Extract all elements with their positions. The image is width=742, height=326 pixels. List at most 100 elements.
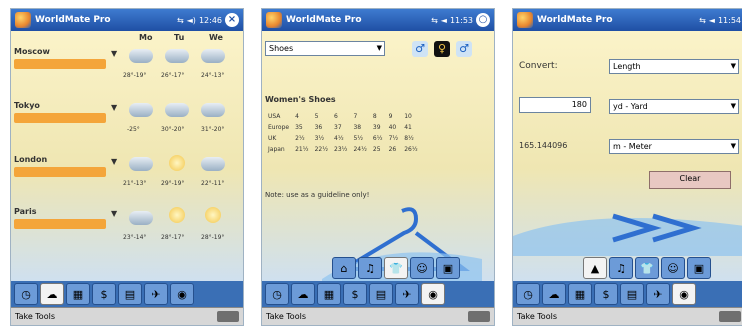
to-unit-select[interactable]: m - Meter ▼ bbox=[609, 139, 739, 154]
size-cell: 2½ bbox=[295, 135, 305, 142]
cloud-icon bbox=[165, 103, 189, 117]
temperature: 22°-11° bbox=[201, 180, 225, 187]
flight-tab-icon[interactable]: ✈ bbox=[395, 283, 419, 305]
person-tab-icon[interactable]: ☺ bbox=[410, 257, 434, 279]
keyboard-icon[interactable] bbox=[217, 311, 239, 322]
size-cell: 8½ bbox=[404, 135, 414, 142]
clothing-tab-icon[interactable]: 👕 bbox=[384, 257, 408, 279]
city-info-bar[interactable] bbox=[14, 113, 106, 123]
start-icon[interactable] bbox=[266, 12, 282, 28]
signal-icon[interactable]: ⇆ bbox=[177, 16, 184, 25]
sun-icon bbox=[169, 207, 185, 223]
city-dropdown-icon[interactable]: ▼ bbox=[111, 49, 117, 58]
size-cell: 36 bbox=[314, 124, 323, 131]
close-icon[interactable]: × bbox=[225, 13, 239, 27]
module-tab-bar: ◷ ☁ ▦ $ ▤ ✈ ◉ bbox=[11, 281, 243, 307]
music-tab-icon[interactable]: ♫ bbox=[358, 257, 382, 279]
music-tab-icon[interactable]: ♫ bbox=[609, 257, 633, 279]
signal-icon[interactable]: ⇆ bbox=[431, 16, 438, 25]
city-info-bar[interactable] bbox=[14, 167, 106, 177]
clock-tab-icon[interactable]: ◷ bbox=[265, 283, 289, 305]
weight-tab-icon[interactable]: ▲ bbox=[583, 257, 607, 279]
map-tab-icon[interactable]: ▦ bbox=[66, 283, 90, 305]
sun-icon bbox=[169, 155, 185, 171]
clock-time[interactable]: 11:54 bbox=[718, 16, 741, 25]
category-select[interactable]: Length ▼ bbox=[609, 59, 739, 74]
ok-icon[interactable]: ○ bbox=[476, 13, 490, 27]
cloud-icon bbox=[165, 49, 189, 63]
converter-content: Convert: Length ▼ 180 yd - Yard ▼ 165.14… bbox=[513, 31, 742, 281]
map-tab-icon[interactable]: ▦ bbox=[317, 283, 341, 305]
city-name[interactable]: London bbox=[14, 155, 47, 164]
calendar-tab-icon[interactable]: ▤ bbox=[620, 283, 644, 305]
bag-tab-icon[interactable]: ▣ bbox=[436, 257, 460, 279]
clock-time[interactable]: 12:46 bbox=[199, 16, 222, 25]
convert-label: Convert: bbox=[519, 61, 558, 71]
volume-icon[interactable]: ◄) bbox=[187, 16, 196, 25]
city-name[interactable]: Paris bbox=[14, 207, 37, 216]
city-name[interactable]: Tokyo bbox=[14, 101, 40, 110]
menu-label[interactable]: Take Tools bbox=[517, 312, 557, 321]
size-cell: 37 bbox=[334, 124, 342, 131]
menu-label[interactable]: Take Tools bbox=[266, 312, 306, 321]
city-info-bar[interactable] bbox=[14, 219, 106, 229]
currency-tab-icon[interactable]: $ bbox=[92, 283, 116, 305]
volume-icon[interactable]: ◄ bbox=[709, 16, 715, 25]
flight-tab-icon[interactable]: ✈ bbox=[144, 283, 168, 305]
category-value: Shoes bbox=[269, 44, 294, 53]
clothing-tab-icon[interactable]: 👕 bbox=[635, 257, 659, 279]
globe-tab-icon[interactable]: ◉ bbox=[421, 283, 445, 305]
keyboard-icon[interactable] bbox=[468, 311, 490, 322]
keyboard-icon[interactable] bbox=[719, 311, 741, 322]
chevron-down-icon: ▼ bbox=[376, 44, 382, 52]
currency-tab-icon[interactable]: $ bbox=[594, 283, 618, 305]
flight-tab-icon[interactable]: ✈ bbox=[646, 283, 670, 305]
weather-tab-icon[interactable]: ☁ bbox=[542, 283, 566, 305]
row-label: Europe bbox=[268, 124, 290, 131]
currency-tab-icon[interactable]: $ bbox=[343, 283, 367, 305]
title-bar: WorldMate Pro ⇆ ◄ 11:54 bbox=[513, 9, 742, 31]
size-cell: 6 bbox=[334, 113, 338, 120]
bag-tab-icon[interactable]: ▣ bbox=[687, 257, 711, 279]
size-cell: 21½ bbox=[295, 146, 309, 153]
temperature: -25° bbox=[127, 126, 140, 133]
weather-tab-icon[interactable]: ☁ bbox=[291, 283, 315, 305]
size-cell: 26½ bbox=[404, 146, 418, 153]
start-icon[interactable] bbox=[517, 12, 533, 28]
start-icon[interactable] bbox=[15, 12, 31, 28]
cloud-icon bbox=[201, 103, 225, 117]
female-icon[interactable]: ♀ bbox=[434, 41, 450, 57]
globe-tab-icon[interactable]: ◉ bbox=[672, 283, 696, 305]
clock-time[interactable]: 11:53 bbox=[450, 16, 473, 25]
category-select[interactable]: Shoes ▼ bbox=[265, 41, 385, 56]
day-header: Tu bbox=[174, 33, 185, 42]
calendar-tab-icon[interactable]: ▤ bbox=[369, 283, 393, 305]
male-icon[interactable]: ♂ bbox=[412, 41, 428, 57]
category-value: Length bbox=[613, 62, 641, 71]
globe-tab-icon[interactable]: ◉ bbox=[170, 283, 194, 305]
map-tab-icon[interactable]: ▦ bbox=[568, 283, 592, 305]
size-cell: 39 bbox=[372, 124, 381, 131]
person-tab-icon[interactable]: ☺ bbox=[661, 257, 685, 279]
clear-button[interactable]: Clear bbox=[649, 171, 731, 189]
city-info-bar[interactable] bbox=[14, 59, 106, 69]
clock-tab-icon[interactable]: ◷ bbox=[516, 283, 540, 305]
city-name[interactable]: Moscow bbox=[14, 47, 50, 56]
child-icon[interactable]: ♂ bbox=[456, 41, 472, 57]
city-dropdown-icon[interactable]: ▼ bbox=[111, 209, 117, 218]
section-title: Women's Shoes bbox=[265, 95, 336, 104]
hat-tab-icon[interactable]: ⌂ bbox=[332, 257, 356, 279]
menu-bar: Take Tools bbox=[11, 307, 243, 325]
amount-input[interactable]: 180 bbox=[519, 97, 591, 113]
menu-label[interactable]: Take Tools bbox=[15, 312, 55, 321]
city-dropdown-icon[interactable]: ▼ bbox=[111, 157, 117, 166]
clock-tab-icon[interactable]: ◷ bbox=[14, 283, 38, 305]
weather-tab-icon[interactable]: ☁ bbox=[40, 283, 64, 305]
size-cell: 8 bbox=[372, 113, 377, 120]
city-dropdown-icon[interactable]: ▼ bbox=[111, 103, 117, 112]
signal-icon[interactable]: ⇆ bbox=[699, 16, 706, 25]
from-unit-select[interactable]: yd - Yard ▼ bbox=[609, 99, 739, 114]
temperature: 24°-13° bbox=[201, 72, 225, 79]
calendar-tab-icon[interactable]: ▤ bbox=[118, 283, 142, 305]
volume-icon[interactable]: ◄ bbox=[441, 16, 447, 25]
